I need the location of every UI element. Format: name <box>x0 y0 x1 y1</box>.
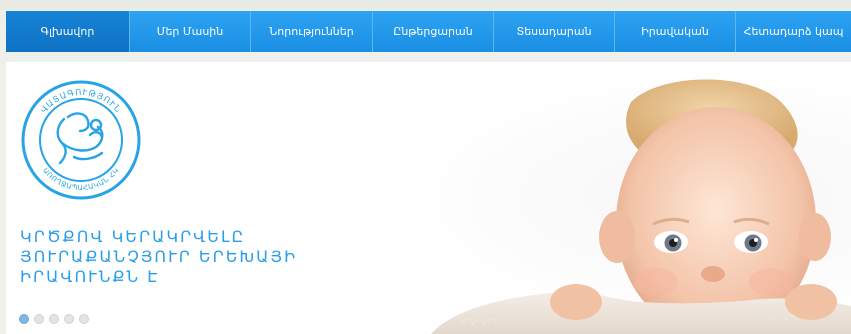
nav-item-label: Իրավական <box>641 25 709 38</box>
nav-item-about[interactable]: Մեր Մասին <box>130 11 251 52</box>
slider-dot[interactable] <box>64 314 74 324</box>
nav-item-home[interactable]: Գլխավոր <box>6 11 130 52</box>
top-strip <box>0 0 851 10</box>
slider-dot[interactable] <box>79 314 89 324</box>
nav-item-label: Նորություններ <box>269 25 354 38</box>
nav-item-label: Գլխավոր <box>40 25 95 38</box>
nav-item-reading-room[interactable]: Ընթերցարան <box>373 11 494 52</box>
main-nav: Գլխավոր Մեր Մասին Նորություններ Ընթերցար… <box>6 11 851 52</box>
slider-pagination <box>19 314 89 324</box>
tagline-line: ԿՐԾՔՈՎ ԿԵՐԱԿՐՎԵԼԸ <box>20 227 246 246</box>
nav-item-label: Ընթերցարան <box>393 25 473 38</box>
baby-photo <box>431 79 851 334</box>
slider-dot[interactable] <box>19 314 29 324</box>
slide-tagline: ԿՐԾՔՈՎ ԿԵՐԱԿՐՎԵԼԸ ՅՈՒՐԱՔԱՆՉՅՈՒՐ ԵՐԵԽԱՅԻ … <box>20 227 350 287</box>
slider-dot[interactable] <box>34 314 44 324</box>
tagline-line: ԻՐԱՎՈՒՆՔՆ Է <box>20 267 160 286</box>
nav-item-label: Մեր Մասին <box>156 25 224 38</box>
organization-logo: ՎԱՏԱԳՈՒԹՅՈՒՆ ԱՌՈՂՋԱՊԱՀԱԿԱՆ ՀԿ <box>21 80 141 200</box>
nav-item-video-library[interactable]: Տեսադարան <box>494 11 615 52</box>
nav-item-legal[interactable]: Իրավական <box>615 11 736 52</box>
slider-dot[interactable] <box>49 314 59 324</box>
tagline-line: ՅՈՒՐԱՔԱՆՉՅՈՒՐ ԵՐԵԽԱՅԻ <box>20 247 298 266</box>
nav-item-contact[interactable]: Հետադարձ կապ <box>736 11 851 52</box>
hero-slider: ՎԱՏԱԳՈՒԹՅՈՒՆ ԱՌՈՂՋԱՊԱՀԱԿԱՆ ՀԿ ԿՐԾՔՈՎ ԿԵՐ… <box>6 62 851 334</box>
nav-item-label: Տեսադարան <box>516 25 592 38</box>
nav-item-label: Հետադարձ կապ <box>743 25 844 38</box>
nav-item-news[interactable]: Նորություններ <box>251 11 373 52</box>
